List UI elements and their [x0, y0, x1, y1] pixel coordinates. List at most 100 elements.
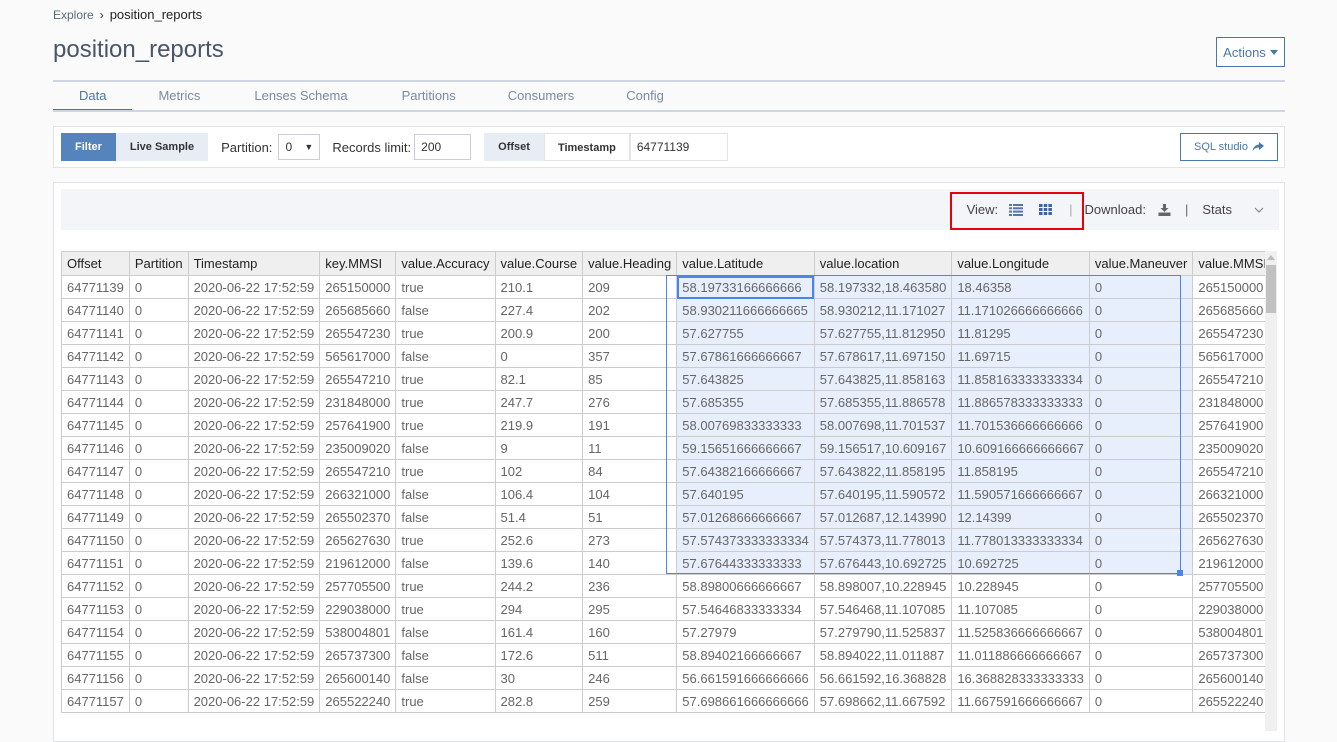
tab-data[interactable]: Data	[53, 82, 133, 112]
table-cell[interactable]: 30	[494, 666, 584, 690]
table-cell[interactable]: 265547210	[319, 459, 397, 483]
table-cell[interactable]: 64771154	[61, 620, 130, 644]
table-cell[interactable]: true	[395, 459, 496, 483]
table-cell[interactable]: 57.67644333333333	[676, 551, 815, 575]
table-cell[interactable]: 265547210	[319, 367, 397, 391]
table-cell[interactable]: 58.894022,11.011887	[813, 643, 953, 667]
table-cell[interactable]: 57.643825,11.858163	[813, 367, 953, 391]
table-cell[interactable]: 57.685355	[676, 390, 815, 414]
table-cell[interactable]: 265600140	[1192, 666, 1265, 690]
scrollbar-thumb[interactable]	[1266, 265, 1276, 313]
table-cell[interactable]: 2020-06-22 17:52:59	[187, 528, 321, 552]
table-cell[interactable]: 11.778013333333334	[951, 528, 1090, 552]
column-header[interactable]: key.MMSI	[319, 251, 397, 276]
table-cell[interactable]: 2020-06-22 17:52:59	[187, 597, 321, 621]
download-icon[interactable]	[1158, 203, 1171, 216]
table-cell[interactable]: 58.89402166666667	[676, 643, 815, 667]
column-header[interactable]: Timestamp	[187, 251, 321, 276]
table-cell[interactable]: 11.858163333333334	[951, 367, 1090, 391]
tab-config[interactable]: Config	[600, 82, 690, 110]
table-cell[interactable]: 265547230	[319, 321, 397, 345]
table-cell[interactable]: 10.609166666666667	[951, 436, 1090, 460]
tab-lenses-schema[interactable]: Lenses Schema	[226, 82, 375, 110]
table-cell[interactable]: 160	[582, 620, 678, 644]
table-cell[interactable]: 12.14399	[951, 505, 1090, 529]
table-cell[interactable]: 140	[582, 551, 678, 575]
table-cell[interactable]: 0	[1088, 298, 1194, 322]
table-cell[interactable]: 294	[494, 597, 584, 621]
table-cell[interactable]: 265522240	[1192, 689, 1265, 713]
offset-seek-button[interactable]: Offset	[484, 133, 544, 161]
table-cell[interactable]: 565617000	[1192, 344, 1265, 368]
table-cell[interactable]: 104	[582, 482, 678, 506]
table-cell[interactable]: 219.9	[494, 413, 584, 437]
table-cell[interactable]: 59.15651666666667	[676, 436, 815, 460]
table-cell[interactable]: 0	[1088, 528, 1194, 552]
table-cell[interactable]: 252.6	[494, 528, 584, 552]
table-cell[interactable]: 265685660	[319, 298, 397, 322]
table-cell[interactable]: 265547210	[1192, 459, 1265, 483]
table-cell[interactable]: 2020-06-22 17:52:59	[187, 367, 321, 391]
table-cell[interactable]: 64771147	[61, 459, 130, 483]
table-cell[interactable]: 2020-06-22 17:52:59	[187, 275, 321, 299]
table-cell[interactable]: 10.228945	[951, 574, 1090, 598]
table-cell[interactable]: 227.4	[494, 298, 584, 322]
column-header[interactable]: value.Accuracy	[395, 251, 496, 276]
table-cell[interactable]: 265150000	[1192, 275, 1265, 299]
table-cell[interactable]: 2020-06-22 17:52:59	[187, 666, 321, 690]
table-cell[interactable]: 0	[128, 298, 189, 322]
table-cell[interactable]: 64771146	[61, 436, 130, 460]
table-cell[interactable]: 58.89800666666667	[676, 574, 815, 598]
table-cell[interactable]: 0	[1088, 574, 1194, 598]
column-header[interactable]: value.Latitude	[676, 251, 815, 276]
sql-studio-button[interactable]: SQL studio	[1180, 133, 1278, 161]
table-cell[interactable]: 84	[582, 459, 678, 483]
table-cell[interactable]: 0	[1088, 321, 1194, 345]
scroll-up-arrow-icon[interactable]	[1267, 255, 1275, 260]
table-cell[interactable]: 57.640195,11.590572	[813, 482, 953, 506]
table-cell[interactable]: 11.667591666666667	[951, 689, 1090, 713]
table-cell[interactable]: 0	[128, 321, 189, 345]
table-cell[interactable]: 64771145	[61, 413, 130, 437]
table-cell[interactable]: true	[395, 413, 496, 437]
table-cell[interactable]: 11.886578333333333	[951, 390, 1090, 414]
live-sample-mode-button[interactable]: Live Sample	[115, 133, 209, 161]
table-cell[interactable]: 51	[582, 505, 678, 529]
breadcrumb-explore-link[interactable]: Explore	[53, 8, 94, 22]
table-cell[interactable]: 235009020	[1192, 436, 1265, 460]
table-cell[interactable]: 106.4	[494, 482, 584, 506]
table-cell[interactable]: 2020-06-22 17:52:59	[187, 482, 321, 506]
table-cell[interactable]: 57.012687,12.143990	[813, 505, 953, 529]
table-cell[interactable]: 247.7	[494, 390, 584, 414]
seek-value-input[interactable]	[629, 133, 728, 161]
column-header[interactable]: value.Maneuver	[1088, 251, 1194, 276]
vertical-scrollbar[interactable]	[1265, 251, 1277, 731]
column-header[interactable]: value.MMSI	[1192, 251, 1265, 276]
table-cell[interactable]: 0	[128, 505, 189, 529]
table-cell[interactable]: 200.9	[494, 321, 584, 345]
table-cell[interactable]: 57.279790,11.525837	[813, 620, 953, 644]
table-cell[interactable]: 57.678617,11.697150	[813, 344, 953, 368]
table-cell[interactable]: 0	[128, 620, 189, 644]
table-cell[interactable]: 11.590571666666667	[951, 482, 1090, 506]
table-cell[interactable]: true	[395, 367, 496, 391]
table-cell[interactable]: 2020-06-22 17:52:59	[187, 551, 321, 575]
table-cell[interactable]: 57.698661666666666	[676, 689, 815, 713]
table-cell[interactable]: 59.156517,10.609167	[813, 436, 953, 460]
table-cell[interactable]: 64771157	[61, 689, 130, 713]
table-cell[interactable]: 257705500	[319, 574, 397, 598]
table-cell[interactable]: 265502370	[1192, 505, 1265, 529]
table-cell[interactable]: 0	[128, 643, 189, 667]
table-cell[interactable]: 257641900	[319, 413, 397, 437]
table-cell[interactable]: 2020-06-22 17:52:59	[187, 643, 321, 667]
table-cell[interactable]: 565617000	[319, 344, 397, 368]
table-cell[interactable]: 64771141	[61, 321, 130, 345]
table-cell[interactable]: 191	[582, 413, 678, 437]
records-limit-input[interactable]	[414, 134, 472, 160]
table-cell[interactable]: false	[395, 298, 496, 322]
table-cell[interactable]: 58.007698,11.701537	[813, 413, 953, 437]
table-cell[interactable]: true	[395, 390, 496, 414]
table-cell[interactable]: 57.643822,11.858195	[813, 459, 953, 483]
table-cell[interactable]: false	[395, 482, 496, 506]
filter-mode-button[interactable]: Filter	[61, 133, 116, 161]
